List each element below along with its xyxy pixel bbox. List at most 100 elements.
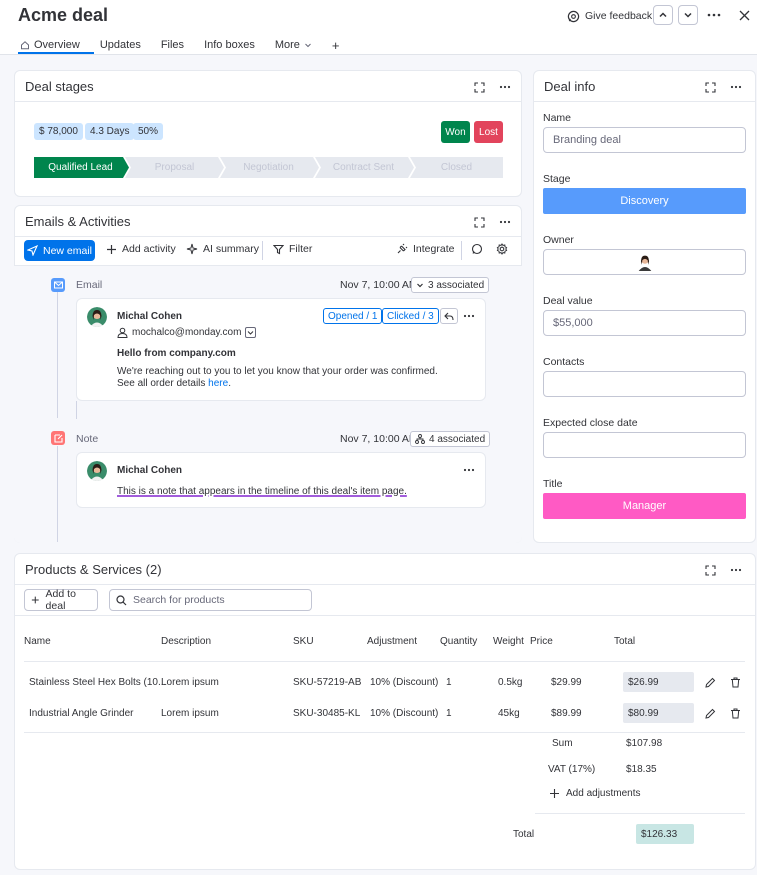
card-more-button[interactable] [728, 562, 744, 578]
add-to-deal-button[interactable]: Add to deal [24, 588, 98, 612]
pencil-icon [704, 708, 715, 719]
email-body-line: We're reaching out to you to let you kno… [117, 366, 438, 377]
active-tab-indicator [18, 52, 94, 54]
expand-button[interactable] [702, 562, 718, 578]
reply-button[interactable] [440, 308, 458, 324]
next-item-button[interactable] [678, 5, 698, 25]
product-description-cell: Lorem ipsum [161, 708, 219, 719]
column-header: Adjustment [367, 636, 418, 647]
contacts-label: Contacts [543, 356, 585, 368]
chevron-down-icon [684, 12, 692, 18]
toolbar-divider [461, 241, 462, 260]
stage-label: Qualified Lead [48, 162, 113, 173]
deal-value-field[interactable]: $55,000 [543, 310, 746, 336]
settings-button[interactable] [496, 243, 508, 255]
ai-summary-button[interactable]: AI summary [186, 243, 259, 255]
email-more-button[interactable] [460, 307, 478, 325]
owner-label: Owner [543, 234, 574, 246]
new-email-label: New email [42, 244, 92, 257]
filter-button[interactable]: Filter [273, 243, 312, 255]
expand-button[interactable] [702, 79, 718, 95]
add-activity-button[interactable]: Add activity [106, 243, 176, 255]
card-header: Deal info [534, 71, 755, 102]
avatar-image [87, 307, 107, 327]
card-more-button[interactable] [497, 79, 513, 95]
delete-product-button[interactable] [726, 673, 744, 691]
page-title: Acme deal [18, 5, 109, 25]
note-more-button[interactable] [460, 461, 478, 479]
edit-product-button[interactable] [701, 704, 719, 722]
product-search-input[interactable]: Search for products [109, 589, 312, 611]
tab-files[interactable]: Files [161, 37, 184, 53]
envelope-icon [53, 281, 63, 289]
new-email-button[interactable]: New email [24, 240, 95, 261]
add-adjustments-button[interactable]: Add adjustments [549, 788, 641, 799]
deal-amount-chip: $ 78,000 [34, 123, 83, 140]
reply-icon [444, 312, 454, 320]
stage-label: Proposal [154, 162, 195, 173]
note-author: Michal Cohen [117, 465, 183, 476]
contacts-field[interactable] [543, 371, 746, 397]
opened-badge[interactable]: Opened / 1 [323, 308, 383, 324]
card-title: Deal stages [25, 79, 94, 94]
edit-product-button[interactable] [701, 673, 719, 691]
expand-recipients-button[interactable] [245, 327, 257, 338]
close-button[interactable] [735, 6, 753, 24]
close-date-field[interactable] [543, 432, 746, 458]
column-header: Total [614, 636, 636, 647]
product-weight-cell: 0.5kg [498, 677, 523, 688]
expand-button[interactable] [471, 79, 487, 95]
vat-value: $18.35 [626, 764, 657, 775]
note-card[interactable] [76, 452, 486, 508]
avatar-image [87, 461, 107, 481]
tab-updates[interactable]: Updates [100, 37, 141, 53]
expand-icon [704, 81, 716, 93]
product-quantity-cell: 1 [446, 677, 452, 688]
title-status-field[interactable]: Manager [543, 493, 746, 519]
more-dots-icon [463, 314, 475, 318]
activity-type-label: Email [76, 279, 103, 291]
name-field[interactable]: Branding deal [543, 127, 746, 153]
card-more-button[interactable] [497, 214, 513, 230]
add-tab-button[interactable]: + [332, 37, 340, 53]
product-total-cell: $26.99 [623, 672, 694, 692]
expand-button[interactable] [471, 214, 487, 230]
column-header: Description [161, 636, 212, 647]
add-activity-label: Add activity [122, 243, 176, 255]
sum-label: Sum [552, 738, 573, 749]
top-header: Acme deal Give feedback Overview Updates… [0, 0, 757, 55]
product-sku-cell: SKU-30485-KL [293, 708, 361, 719]
expand-icon [473, 81, 485, 93]
tab-info-boxes[interactable]: Info boxes [204, 37, 255, 53]
more-options-button[interactable] [705, 6, 723, 24]
tab-bar: Overview Updates Files Info boxes More + [20, 37, 359, 53]
tab-label: Info boxes [204, 39, 255, 51]
search-placeholder: Search for products [133, 594, 225, 606]
more-dots-icon [730, 85, 742, 89]
clicked-badge[interactable]: Clicked / 3 [382, 308, 439, 324]
integrate-button[interactable]: Integrate [396, 243, 454, 255]
send-icon [26, 245, 38, 256]
close-date-label: Expected close date [543, 417, 638, 429]
lost-button[interactable]: Lost [474, 121, 503, 143]
associated-dropdown[interactable]: 4 associated [410, 431, 491, 447]
previous-item-button[interactable] [653, 5, 673, 25]
divider [24, 732, 745, 733]
activity-date: Nov 7, 10:00 AM [340, 433, 418, 445]
tab-overview[interactable]: Overview [20, 37, 80, 53]
associated-dropdown[interactable]: 3 associated [411, 277, 490, 293]
card-more-button[interactable] [728, 79, 744, 95]
give-feedback-button[interactable]: Give feedback [567, 9, 652, 23]
owner-avatar [635, 253, 654, 271]
stage-status-field[interactable]: Discovery [543, 188, 746, 214]
won-button[interactable]: Won [441, 121, 470, 143]
owner-field[interactable] [543, 249, 746, 275]
delete-product-button[interactable] [726, 704, 744, 722]
chat-button[interactable] [471, 243, 483, 255]
more-dots-icon [499, 85, 511, 89]
email-details-link[interactable]: here [208, 378, 228, 389]
avatar [87, 461, 107, 481]
tab-more[interactable]: More [275, 37, 312, 53]
email-subject: Hello from company.com [117, 348, 236, 359]
column-header: Quantity [440, 636, 478, 647]
